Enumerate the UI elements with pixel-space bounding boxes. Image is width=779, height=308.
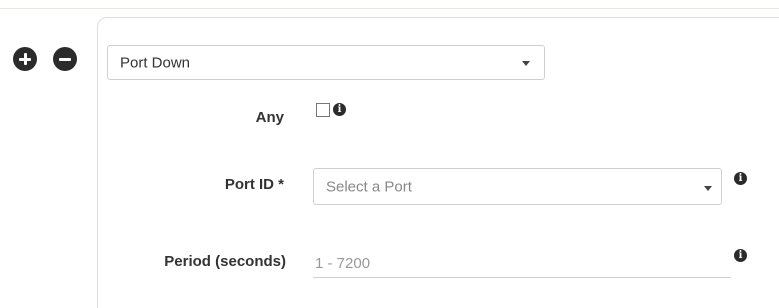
any-label: Any (255, 109, 284, 126)
info-circle-icon[interactable]: i (333, 103, 346, 116)
info-circle-icon[interactable]: i (734, 249, 747, 262)
caret-down-icon (704, 186, 712, 191)
info-circle-icon[interactable]: i (734, 172, 747, 185)
any-checkbox[interactable] (316, 103, 330, 117)
period-input[interactable] (313, 249, 731, 278)
event-type-select[interactable]: Port Down (107, 45, 545, 80)
add-condition-button[interactable] (13, 47, 37, 71)
event-type-value: Port Down (120, 54, 191, 71)
period-label: Period (seconds) (164, 253, 286, 270)
port-id-placeholder: Select a Port (326, 178, 412, 195)
top-divider (0, 8, 779, 9)
port-id-select[interactable]: Select a Port (313, 168, 722, 205)
port-id-label: Port ID * (224, 176, 284, 193)
caret-down-icon (522, 61, 530, 66)
remove-condition-button[interactable] (53, 47, 77, 71)
